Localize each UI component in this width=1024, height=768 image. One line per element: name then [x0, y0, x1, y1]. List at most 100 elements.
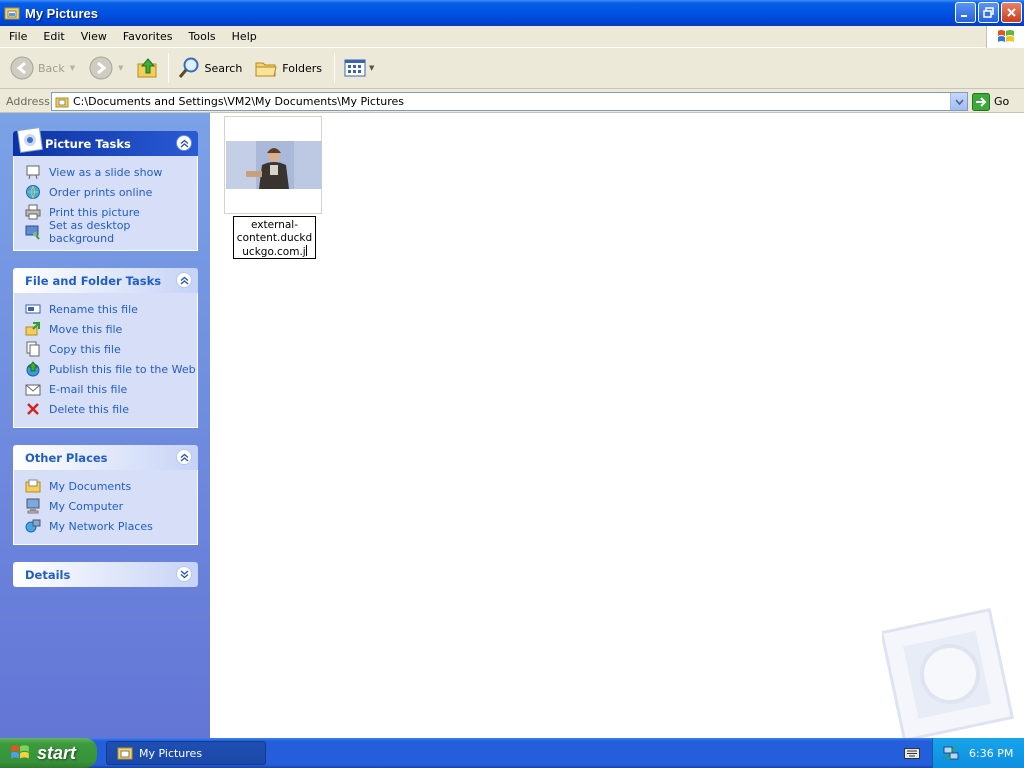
- rename-field[interactable]: external- content.duckd uckgo.com.j: [233, 216, 316, 259]
- clock[interactable]: 6:36 PM: [969, 747, 1013, 760]
- printer-icon: [25, 204, 41, 220]
- task-label: E-mail this file: [49, 382, 128, 396]
- file-view[interactable]: external- content.duckd uckgo.com.j: [210, 113, 1024, 740]
- task-email-file[interactable]: E-mail this file: [25, 379, 197, 399]
- other-places-header[interactable]: Other Places: [13, 445, 198, 470]
- up-folder-icon: [137, 58, 156, 78]
- expand-button[interactable]: [176, 566, 192, 582]
- picture-tasks-icon: [17, 127, 43, 153]
- panel-title: Details: [25, 567, 71, 582]
- menu-bar: File Edit View Favorites Tools Help: [0, 26, 1024, 48]
- rename-line: content.duckd: [236, 232, 313, 244]
- details-header[interactable]: Details: [13, 562, 198, 587]
- other-places-body: My Documents My Computer My Network Plac…: [13, 470, 198, 545]
- close-button[interactable]: [1001, 2, 1022, 23]
- email-icon: [25, 384, 41, 396]
- address-path: C:\Documents and Settings\VM2\My Documen…: [73, 95, 405, 108]
- folders-label: Folders: [282, 61, 323, 75]
- task-publish-to-web[interactable]: Publish this file to the Web: [25, 359, 197, 379]
- task-copy-file[interactable]: Copy this file: [25, 339, 197, 359]
- minimize-button[interactable]: [955, 2, 976, 23]
- task-label: Delete this file: [49, 402, 129, 416]
- task-label: Print this picture: [49, 205, 140, 219]
- file-folder-tasks-panel: File and Folder Tasks Rename this file M…: [13, 268, 198, 428]
- forward-button[interactable]: ▼: [85, 51, 127, 85]
- slideshow-icon: [26, 165, 40, 180]
- up-folder-button[interactable]: [132, 51, 164, 85]
- task-move-file[interactable]: Move this file: [25, 319, 197, 339]
- chevron-up-icon: [180, 276, 188, 285]
- taskbar-window-label: My Pictures: [139, 746, 203, 760]
- panel-title: Picture Tasks: [45, 136, 131, 151]
- go-button[interactable]: Go: [972, 92, 1009, 111]
- rename-line-caret: uckgo.com.j: [234, 245, 315, 259]
- views-button[interactable]: ▼: [339, 51, 378, 85]
- restore-icon: [983, 7, 994, 18]
- file-thumbnail[interactable]: [224, 116, 322, 214]
- menu-help[interactable]: Help: [224, 26, 265, 48]
- task-label: Order prints online: [49, 185, 153, 199]
- menu-file[interactable]: File: [0, 26, 35, 48]
- folders-icon: [255, 62, 277, 77]
- folder-pictures-icon: [117, 747, 133, 760]
- start-button[interactable]: start: [0, 738, 97, 768]
- task-label: View as a slide show: [49, 165, 163, 179]
- menu-favorites[interactable]: Favorites: [115, 26, 181, 48]
- windows-flag-icon: [997, 30, 1014, 42]
- thumbnail-image: [226, 141, 322, 189]
- menu-tools[interactable]: Tools: [181, 26, 224, 48]
- task-set-desktop-background[interactable]: Set as desktop background: [25, 219, 197, 245]
- folders-button[interactable]: Folders: [250, 51, 326, 85]
- file-folder-tasks-header[interactable]: File and Folder Tasks: [13, 268, 198, 293]
- address-dropdown-button[interactable]: [950, 93, 967, 110]
- task-label: My Network Places: [49, 519, 153, 533]
- text-caret: [305, 245, 307, 256]
- restore-button[interactable]: [978, 2, 999, 23]
- menu-view[interactable]: View: [73, 26, 115, 48]
- address-input[interactable]: C:\Documents and Settings\VM2\My Documen…: [51, 92, 968, 111]
- rename-line: uckgo.com.j: [242, 246, 306, 258]
- my-documents-icon: [25, 479, 41, 493]
- menu-edit[interactable]: Edit: [35, 26, 72, 48]
- start-label: start: [37, 742, 77, 763]
- picture-tasks-panel: Picture Tasks View as a slide show Order…: [13, 127, 198, 251]
- address-bar: Address C:\Documents and Settings\VM2\My…: [0, 90, 1024, 113]
- back-button[interactable]: Back ▼: [6, 51, 79, 85]
- system-tray: 6:36 PM: [932, 738, 1024, 768]
- views-dropdown-icon[interactable]: ▼: [369, 64, 374, 72]
- collapse-button[interactable]: [176, 272, 192, 288]
- task-label: My Computer: [49, 499, 124, 513]
- toolbar-separator: [167, 53, 169, 83]
- delete-icon: [27, 403, 39, 415]
- back-label: Back: [38, 61, 65, 75]
- my-computer-icon: [26, 498, 40, 514]
- back-dropdown-icon[interactable]: ▼: [70, 64, 75, 72]
- place-my-documents[interactable]: My Documents: [25, 476, 197, 496]
- task-label: Set as desktop background: [49, 219, 131, 245]
- network-icon[interactable]: [943, 745, 959, 761]
- publish-web-icon: [26, 361, 40, 377]
- search-button[interactable]: Search: [173, 51, 247, 85]
- keyboard-icon[interactable]: [904, 746, 920, 760]
- forward-dropdown-icon[interactable]: ▼: [118, 64, 123, 72]
- task-pane: Picture Tasks View as a slide show Order…: [0, 113, 210, 738]
- task-label: Copy this file: [49, 342, 121, 356]
- go-arrow-icon: [972, 92, 990, 111]
- panel-title: Other Places: [25, 450, 108, 465]
- picture-tasks-header[interactable]: Picture Tasks: [13, 127, 198, 156]
- address-label: Address: [6, 94, 50, 108]
- taskbar-window-my-pictures[interactable]: My Pictures: [106, 741, 266, 765]
- task-view-slideshow[interactable]: View as a slide show: [25, 162, 197, 182]
- views-icon: [344, 59, 366, 77]
- title-bar[interactable]: My Pictures: [0, 0, 1024, 26]
- place-my-network-places[interactable]: My Network Places: [25, 516, 197, 536]
- collapse-button[interactable]: [176, 135, 192, 151]
- task-label: Move this file: [49, 322, 123, 336]
- picture-tasks-body: View as a slide show Order prints online…: [13, 156, 198, 251]
- task-rename-file[interactable]: Rename this file: [25, 299, 197, 319]
- search-label: Search: [204, 61, 243, 75]
- place-my-computer[interactable]: My Computer: [25, 496, 197, 516]
- task-delete-file[interactable]: Delete this file: [25, 399, 197, 419]
- task-order-prints[interactable]: Order prints online: [25, 182, 197, 202]
- collapse-button[interactable]: [176, 449, 192, 465]
